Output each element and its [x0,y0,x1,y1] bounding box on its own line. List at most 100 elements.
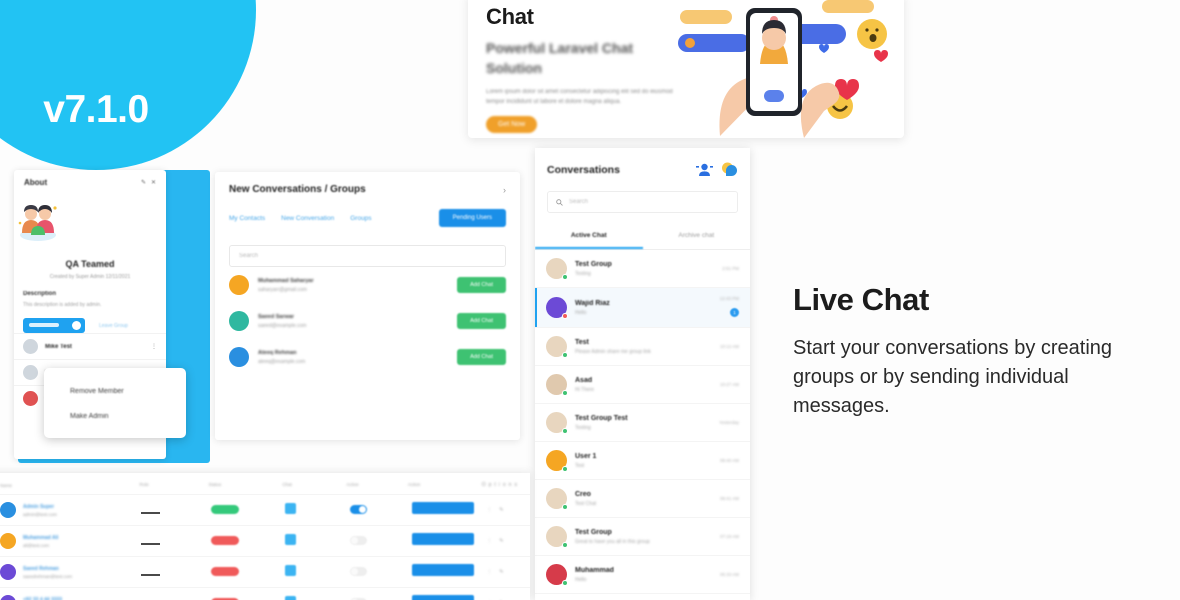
column-header-chat: Chat [282,482,292,487]
list-item[interactable]: Mike Test ⋮ [14,333,166,359]
table-header-row: Name Role Status Chat Active Action Opti… [0,473,530,494]
active-toggle[interactable] [349,505,367,514]
avatar [546,258,568,280]
action-button[interactable] [412,564,475,576]
avatar [546,526,568,548]
tab-bar: Active Chat Archive chat [535,225,750,250]
column-header-name: Name [0,482,13,488]
avatar [546,450,568,472]
leave-group-link[interactable]: Leave Group [99,323,128,329]
conversation-row[interactable]: Wajid Riaz Hello 12:43 PM 1 [535,288,750,328]
chat-bubble-icon[interactable] [721,162,738,177]
timestamp: 07:19 AM [719,534,739,539]
banner-cta-button[interactable]: Get Now [486,115,538,133]
contact-email: ateeq@example.com [258,358,306,365]
conversation-row[interactable]: User 1 Test 08:40 AM [535,442,750,480]
options-cell[interactable]: ⋮ ✎ [487,507,520,513]
action-button[interactable] [412,595,475,600]
conversation-row[interactable]: Creo Test Chat 09:41 AM [535,480,750,518]
conversation-preview: Hello [575,309,587,316]
column-header-action: Action [407,482,421,487]
tab-archive-chat[interactable]: Archive chat [643,225,751,249]
conversation-name: Wajid Riaz [575,299,610,307]
column-header-role: Role [139,482,149,487]
conversation-name: Muhammad [575,566,614,574]
conversation-name: User 1 [575,452,597,460]
menu-item-make-admin[interactable]: Make Admin [44,404,186,429]
chat-icon[interactable] [285,596,297,600]
conversation-row[interactable]: Test Group Great to have you all in this … [535,518,750,556]
contact-name: Muhammad Saharyar [258,277,314,284]
avatar [0,595,16,600]
more-icon[interactable]: ⋮ [151,343,157,350]
tab-my-contacts[interactable]: My Contacts [229,215,265,222]
conversation-row[interactable]: Asad Hi There 10:27 AM [535,366,750,404]
role-cell [141,594,211,600]
chat-icon[interactable] [285,503,297,514]
conversations-panel: Conversations Search Active Chat Archive… [535,148,750,600]
menu-item-remove-member[interactable]: Remove Member [44,379,186,404]
user-email: saeedrehman@test.com [23,573,73,579]
action-button[interactable] [412,502,475,514]
chat-hero-banner: Chat Powerful Laravel Chat Solution Lore… [468,0,904,138]
add-group-icon[interactable] [696,163,713,177]
conversation-preview: Testing [575,270,591,277]
contact-email: saharyarr@gmail.com [258,286,307,293]
close-icon[interactable]: ✕ [151,179,156,186]
timestamp: 2:51 PM [722,266,739,271]
conversation-name: Test Group [575,260,612,268]
user-name: Saeed Rehman [23,565,59,572]
pending-users-button[interactable]: Pending Users [438,209,506,227]
table-row[interactable]: Muhammad Ali ali@test.com ⋮ ✎ [0,525,530,556]
member-name: Mike Test [45,343,72,350]
add-chat-button[interactable]: Add Chat [457,277,506,293]
timestamp: 10:27 AM [719,382,739,387]
notifications-toggle[interactable] [23,318,85,333]
pencil-icon[interactable]: ✎ [141,179,146,186]
timestamp: 10:12 AM [719,344,739,349]
conversation-name: Asad [575,376,593,384]
action-button[interactable] [412,533,475,545]
conversation-row[interactable]: Test Group Testing 2:51 PM [535,250,750,288]
table-row[interactable]: Saeed Rehman saeedrehman@test.com ⋮ ✎ [0,556,530,587]
avatar [23,365,38,380]
tab-bar: My Contacts New Conversation Groups Pend… [215,195,520,227]
conversation-row[interactable]: Muhammad Hello 05:33 AM [535,556,750,594]
status-dot [562,313,568,319]
table-row[interactable]: Saeed Sarwar saeed@example.com Add Chat [215,303,520,339]
tab-new-conversation[interactable]: New Conversation [281,215,334,222]
timestamp: 12:43 PM [719,296,739,301]
avatar [23,339,38,354]
about-header: About ✎ ✕ [14,170,166,191]
options-cell[interactable]: ⋮ ✎ [487,569,520,575]
active-toggle[interactable] [349,567,367,576]
active-toggle[interactable] [349,536,367,545]
close-icon[interactable]: › [503,185,506,195]
conversation-row[interactable]: Test Group Test Testing Yesterday [535,404,750,442]
chat-icon[interactable] [285,565,297,576]
conversations-header: Conversations [535,148,750,177]
user-name: +92 33 4 44 3333 [23,596,63,600]
conversation-row[interactable]: Test Please Admin share me group link 10:1… [535,328,750,366]
contacts-search-input[interactable]: Search [229,245,506,267]
search-input[interactable]: Search [547,191,738,213]
tab-groups[interactable]: Groups [350,215,371,222]
role-cell [140,532,211,550]
add-chat-button[interactable]: Add Chat [457,313,506,329]
table-row[interactable]: Muhammad Saharyar saharyarr@gmail.com Ad… [215,267,520,303]
add-chat-button[interactable]: Add Chat [457,349,506,365]
status-badge [210,536,239,545]
status-dot [562,352,568,358]
tab-active-chat[interactable]: Active Chat [535,225,643,249]
options-cell[interactable]: ⋮ ✎ [487,538,520,544]
timestamp: 05:33 AM [719,572,739,577]
conversation-preview: Test Chat [575,500,597,507]
chat-icon[interactable] [285,534,297,545]
search-icon [556,198,563,206]
table-row[interactable]: +92 33 4 44 3333user.test@test.com⋮ ✎ [0,587,530,600]
avatar [546,488,568,510]
table-row[interactable]: Admin Super admin@test.com ⋮ ✎ [0,494,530,525]
description-text: This description is added by admin. [23,302,102,308]
table-row[interactable]: Ateeq Rehman ateeq@example.com Add Chat [215,339,520,375]
version-badge: v7.1.0 [0,0,256,170]
